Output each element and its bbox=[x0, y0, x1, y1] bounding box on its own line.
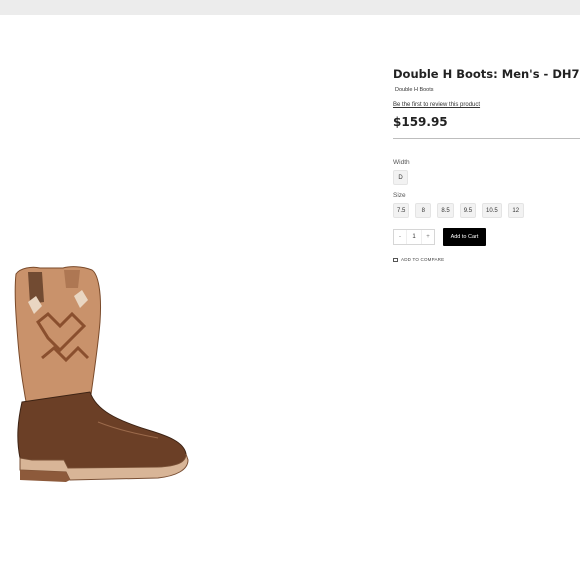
size-option-12[interactable]: 12 bbox=[507, 203, 524, 218]
cart-row: - 1 + Add to Cart bbox=[393, 228, 580, 246]
size-option-7-5[interactable]: 7.5 bbox=[393, 203, 410, 218]
width-label: Width bbox=[393, 159, 410, 166]
size-option-8[interactable]: 8 bbox=[415, 203, 432, 218]
compare-icon bbox=[393, 257, 398, 262]
add-to-compare-link[interactable]: ADD TO COMPARE bbox=[393, 257, 580, 262]
size-option-9-5[interactable]: 9.5 bbox=[459, 203, 477, 218]
product-price: $159.95 bbox=[393, 115, 448, 129]
size-label: Size bbox=[393, 192, 406, 199]
width-option-d[interactable]: D bbox=[393, 170, 408, 185]
boot-foot bbox=[17, 391, 187, 469]
top-bar bbox=[0, 0, 580, 15]
add-to-cart-button[interactable]: Add to Cart bbox=[443, 228, 486, 246]
quantity-decrement-button[interactable]: - bbox=[394, 234, 406, 240]
size-option-8-5[interactable]: 8.5 bbox=[437, 203, 454, 218]
boot-shaft bbox=[14, 266, 101, 413]
product-image-boot bbox=[14, 266, 189, 482]
review-link[interactable]: Be the first to review this product bbox=[393, 102, 480, 108]
quantity-stepper: - 1 + bbox=[393, 229, 435, 245]
product-title: Double H Boots: Men's - DH7023 - bbox=[393, 67, 580, 81]
divider bbox=[393, 138, 580, 139]
quantity-increment-button[interactable]: + bbox=[422, 234, 434, 240]
add-to-compare-label: ADD TO COMPARE bbox=[401, 257, 445, 262]
quantity-input[interactable]: 1 bbox=[406, 230, 422, 244]
size-options: 7.5 8 8.5 9.5 10.5 12 bbox=[393, 203, 580, 218]
product-info: Double H Boots: Men's - DH7023 - Double … bbox=[393, 66, 580, 262]
width-options: D bbox=[393, 170, 580, 185]
size-option-10-5[interactable]: 10.5 bbox=[482, 203, 502, 218]
